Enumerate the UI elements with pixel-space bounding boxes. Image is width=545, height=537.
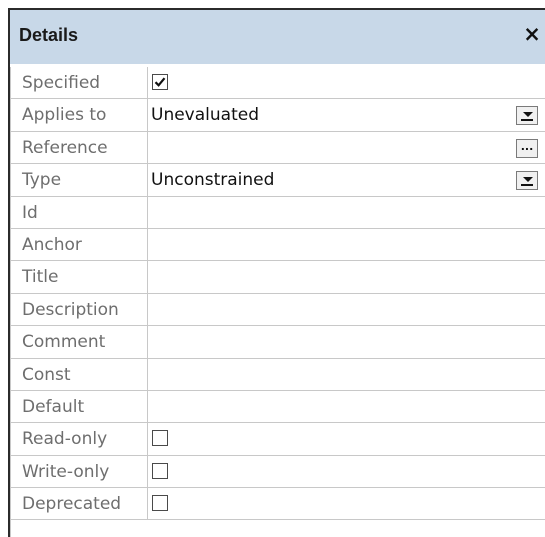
column-divider (147, 390, 148, 424)
column-divider (147, 196, 148, 229)
type-dropdown-button[interactable] (516, 171, 538, 191)
column-divider (147, 293, 148, 327)
column-divider (147, 131, 148, 165)
close-icon[interactable]: × (521, 20, 543, 48)
anchor-value[interactable] (151, 229, 541, 260)
column-divider (147, 67, 148, 100)
property-row-const: Const (10, 358, 545, 391)
specified-checkbox[interactable] (152, 74, 168, 90)
reference-browse-button[interactable]: ... (516, 138, 538, 158)
description-value[interactable] (151, 294, 541, 325)
property-label-anchor: Anchor (22, 234, 82, 255)
column-divider (147, 455, 148, 489)
reference-value[interactable] (151, 132, 541, 163)
details-panel: Details × Specified Applies to Unevaluated… (8, 8, 545, 537)
property-label-description: Description (22, 299, 119, 320)
property-label-specified: Specified (22, 73, 101, 93)
property-row-id: Id (10, 196, 545, 229)
property-row-comment: Comment (10, 326, 545, 359)
title-value[interactable] (151, 261, 541, 292)
property-label-id: Id (22, 202, 38, 223)
property-row-deprecated: Deprecated (10, 488, 545, 521)
property-label-title: Title (22, 267, 59, 288)
default-value[interactable] (151, 391, 541, 422)
property-label-applies-to: Applies to (22, 105, 107, 126)
write-only-checkbox[interactable] (152, 462, 168, 479)
read-only-checkbox[interactable] (152, 430, 168, 447)
details-title-bar: Details × (10, 10, 545, 64)
type-value[interactable]: Unconstrained (151, 164, 541, 195)
property-label-comment: Comment (22, 332, 106, 353)
column-divider (147, 164, 148, 197)
property-label-const: Const (22, 364, 71, 385)
chevron-down-icon (523, 177, 533, 183)
id-value[interactable] (151, 197, 541, 228)
column-divider (147, 99, 148, 132)
column-divider (147, 228, 148, 262)
property-label-type: Type (22, 170, 62, 191)
property-label-default: Default (22, 396, 85, 417)
panel-title: Details (19, 25, 79, 45)
deprecated-checkbox[interactable] (152, 495, 168, 512)
property-row-default: Default (10, 390, 545, 424)
property-label-deprecated: Deprecated (22, 494, 122, 515)
property-row-reference: Reference... (10, 131, 545, 165)
column-divider (147, 488, 148, 521)
applies-to-dropdown-button[interactable] (516, 106, 538, 126)
property-row-title: Title (10, 261, 545, 294)
dropdown-underline (521, 184, 533, 187)
const-value[interactable] (151, 359, 541, 390)
property-row-applies-to: Applies to Unevaluated (10, 99, 545, 132)
property-row-write-only: Write-only (10, 455, 545, 489)
property-label-write-only: Write-only (22, 461, 110, 482)
property-row-specified: Specified (10, 67, 545, 100)
property-label-read-only: Read-only (22, 429, 108, 450)
property-row-description: Description (10, 293, 545, 327)
dropdown-underline (521, 119, 533, 122)
chevron-down-icon (523, 112, 533, 118)
column-divider (147, 423, 148, 456)
column-divider (147, 326, 148, 359)
property-row-type: Type Unconstrained (10, 164, 545, 197)
property-row-read-only: Read-only (10, 423, 545, 456)
column-divider (147, 358, 148, 391)
comment-value[interactable] (151, 326, 541, 357)
applies-to-value[interactable]: Unevaluated (151, 99, 541, 130)
column-divider (147, 261, 148, 294)
property-row-anchor: Anchor (10, 228, 545, 262)
properties-grid: Specified Applies to Unevaluated Reference.… (10, 67, 545, 521)
property-label-reference: Reference (22, 137, 108, 158)
checkmark-icon (154, 77, 166, 87)
